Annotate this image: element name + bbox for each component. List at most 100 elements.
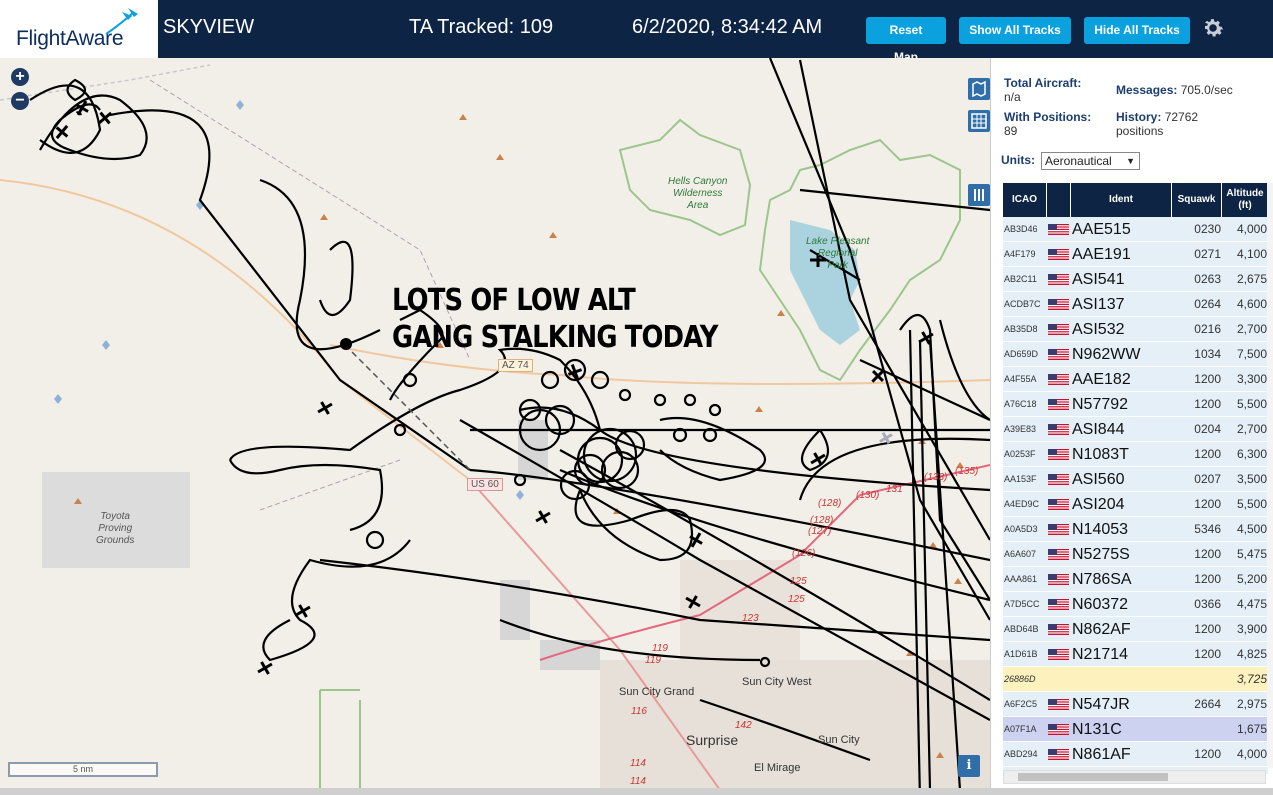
table-row[interactable]: ABD64B N862AF 1200 3,900 bbox=[1003, 617, 1268, 642]
us-flag-icon bbox=[1048, 299, 1069, 310]
stat-label: Messages: bbox=[1116, 83, 1178, 97]
reset-map-button[interactable]: Reset Map bbox=[866, 17, 946, 64]
col-header-altitude[interactable]: Altitude (ft) bbox=[1222, 183, 1268, 217]
cell-flag bbox=[1048, 324, 1069, 335]
cell-flag bbox=[1048, 399, 1069, 410]
columns-icon[interactable] bbox=[968, 184, 990, 206]
route-number: 116 bbox=[631, 706, 647, 717]
cell-icao: A6A607 bbox=[1004, 549, 1037, 559]
route-number: 125 bbox=[790, 576, 807, 587]
table-row[interactable]: A0A5D3 N14053 5346 4,500 bbox=[1003, 517, 1268, 542]
units-select[interactable]: Aeronautical ▼ bbox=[1041, 152, 1140, 170]
cell-altitude: 7,500 bbox=[1236, 347, 1267, 361]
cell-altitude: 5,200 bbox=[1236, 572, 1267, 586]
us-flag-icon bbox=[1048, 374, 1069, 385]
cell-icao: A4ED9C bbox=[1004, 499, 1040, 509]
table-row[interactable]: A4F179 AAE191 0271 4,100 bbox=[1003, 242, 1268, 267]
hide-all-tracks-button[interactable]: Hide All Tracks bbox=[1084, 17, 1190, 44]
cell-ident: N962WW bbox=[1072, 346, 1141, 363]
cell-squawk: 0263 bbox=[1194, 272, 1221, 286]
cell-altitude: 4,500 bbox=[1236, 522, 1267, 536]
label-az74: AZ 74 bbox=[498, 359, 533, 372]
table-row[interactable]: A39E83 ASI844 0204 2,700 bbox=[1003, 417, 1268, 442]
grid-icon[interactable] bbox=[968, 110, 990, 132]
cell-flag bbox=[1048, 524, 1069, 535]
cell-flag bbox=[1048, 699, 1069, 710]
route-number: 114 bbox=[630, 776, 646, 787]
table-row[interactable]: A6A607 N5275S 1200 5,475 bbox=[1003, 542, 1268, 567]
stat-with-positions: With Positions: 89 bbox=[1004, 110, 1091, 138]
table-row[interactable]: A4F55A AAE182 1200 3,300 bbox=[1003, 367, 1268, 392]
label-surprise: Surprise bbox=[686, 732, 739, 748]
cell-ident: ASI204 bbox=[1072, 496, 1125, 513]
cell-flag bbox=[1048, 499, 1069, 510]
table-row[interactable]: A0253F N1083T 1200 6,300 bbox=[1003, 442, 1268, 467]
map-canvas[interactable] bbox=[0, 58, 990, 788]
cell-altitude: 1,675 bbox=[1236, 722, 1267, 736]
cell-ident: N786SA bbox=[1072, 571, 1132, 588]
cell-icao: A4F179 bbox=[1004, 249, 1036, 259]
flightaware-logo[interactable]: FlightAware bbox=[0, 0, 158, 58]
cell-altitude: 4,100 bbox=[1236, 247, 1267, 261]
table-row[interactable]: 26886D 3,725 bbox=[1003, 667, 1268, 692]
cell-flag bbox=[1048, 224, 1069, 235]
cell-squawk: 1200 bbox=[1194, 547, 1221, 561]
waypoint-dot bbox=[340, 338, 352, 350]
stat-label: Total Aircraft: bbox=[1004, 76, 1082, 90]
cell-icao: A6F2C5 bbox=[1004, 699, 1038, 709]
table-row[interactable]: A6F2C5 N547JR 2664 2,975 bbox=[1003, 692, 1268, 717]
table-row[interactable]: A1D61B N21714 1200 4,825 bbox=[1003, 642, 1268, 667]
col-header-icao[interactable]: ICAO bbox=[1003, 183, 1047, 217]
info-button[interactable]: i bbox=[958, 755, 980, 777]
show-all-tracks-button[interactable]: Show All Tracks bbox=[959, 17, 1071, 44]
cell-icao: A39E83 bbox=[1004, 424, 1037, 434]
stat-label: History: bbox=[1116, 110, 1162, 124]
table-row[interactable]: A4ED9C ASI204 1200 5,500 bbox=[1003, 492, 1268, 517]
col-header-flag[interactable] bbox=[1047, 183, 1071, 217]
table-row[interactable]: AB3D46 AAE515 0230 4,000 bbox=[1003, 217, 1268, 242]
cell-flag bbox=[1048, 624, 1069, 635]
cell-ident: N14053 bbox=[1072, 521, 1129, 538]
table-row[interactable]: AD659D N962WW 1034 7,500 bbox=[1003, 342, 1268, 367]
col-header-squawk[interactable]: Squawk bbox=[1172, 183, 1222, 217]
table-row[interactable]: A76C18 N57792 1200 5,500 bbox=[1003, 392, 1268, 417]
cell-ident: N1083T bbox=[1072, 446, 1129, 463]
admin-boundary bbox=[259, 459, 401, 511]
cell-icao: AD659D bbox=[1004, 349, 1039, 359]
map-scale-bar: 5 nm bbox=[8, 762, 158, 777]
route-number: 125 bbox=[788, 594, 805, 605]
dropdown-arrow-icon: ▼ bbox=[1126, 156, 1135, 166]
vertical-scrollbar[interactable] bbox=[1267, 183, 1273, 768]
us-flag-icon bbox=[1048, 549, 1069, 560]
table-row[interactable]: A07F1A N131C 1,675 bbox=[1003, 717, 1268, 742]
us-flag-icon bbox=[1048, 324, 1069, 335]
cell-flag bbox=[1048, 349, 1069, 360]
zoom-in-button[interactable]: + bbox=[11, 68, 29, 86]
cell-altitude: 6,300 bbox=[1236, 447, 1267, 461]
map-view[interactable]: Hells Canyon Wilderness Area Lake Pleasant… bbox=[0, 58, 990, 788]
table-row[interactable]: ACDB7C ASI137 0264 4,600 bbox=[1003, 292, 1268, 317]
map-layers-icon[interactable] bbox=[968, 78, 990, 100]
us-flag-icon bbox=[1048, 599, 1069, 610]
table-row[interactable]: ABD294 N861AF 1200 4,000 bbox=[1003, 742, 1268, 767]
label-lake-pleasant: Lake Pleasant Regional Park bbox=[806, 236, 870, 271]
stat-value: 89 bbox=[1004, 124, 1018, 138]
cell-squawk: 0204 bbox=[1194, 422, 1221, 436]
table-row[interactable]: A7D5CC N60372 0366 4,475 bbox=[1003, 592, 1268, 617]
horizontal-scrollbar[interactable] bbox=[1003, 770, 1266, 784]
us-flag-icon bbox=[1048, 274, 1069, 285]
scrollbar-thumb[interactable] bbox=[1018, 773, 1168, 781]
top-header: FlightAware SKYVIEW TA Tracked: 109 6/2/… bbox=[0, 0, 1273, 64]
us-flag-icon bbox=[1048, 699, 1069, 710]
table-row[interactable]: AB35D8 ASI532 0216 2,700 bbox=[1003, 317, 1268, 342]
stat-total-aircraft: Total Aircraft: n/a bbox=[1004, 76, 1081, 104]
table-row[interactable]: AB2C11 ASI541 0263 2,675 bbox=[1003, 267, 1268, 292]
zoom-out-button[interactable]: − bbox=[11, 92, 29, 110]
cell-icao: A07F1A bbox=[1004, 724, 1037, 734]
route-number: (133) bbox=[924, 472, 948, 483]
col-header-ident[interactable]: Ident bbox=[1071, 183, 1172, 217]
gear-icon[interactable] bbox=[1200, 15, 1226, 41]
table-row[interactable]: AA153F ASI560 0207 3,500 bbox=[1003, 467, 1268, 492]
aircraft-table: ICAO Ident Squawk Altitude (ft) AB3D46 AA… bbox=[1003, 183, 1268, 775]
table-row[interactable]: AAA861 N786SA 1200 5,200 bbox=[1003, 567, 1268, 592]
